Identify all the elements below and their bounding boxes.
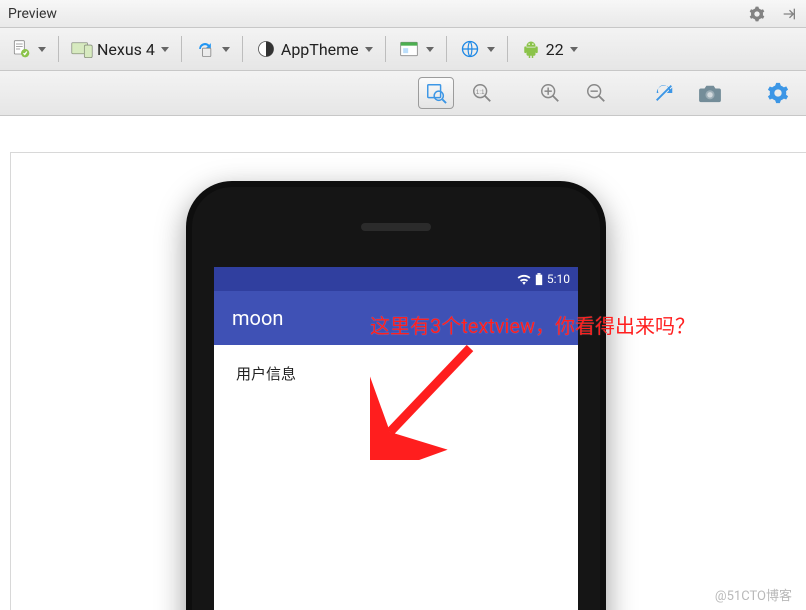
- chevron-down-icon: [161, 47, 169, 52]
- chevron-down-icon: [38, 47, 46, 52]
- chevron-down-icon: [426, 47, 434, 52]
- zoom-toolbar: 1:1: [0, 71, 806, 116]
- locale-dropdown[interactable]: [455, 36, 499, 62]
- theme-dropdown[interactable]: AppTheme: [251, 36, 377, 62]
- zoom-out-button[interactable]: [578, 77, 614, 109]
- preview-panel-header: Preview: [0, 0, 806, 28]
- theme-label: AppTheme: [281, 40, 359, 59]
- android-icon: [520, 38, 542, 60]
- api-level-dropdown[interactable]: 22: [516, 36, 582, 62]
- theme-icon: [255, 38, 277, 60]
- preview-panel-title: Preview: [8, 6, 740, 22]
- collapse-icon[interactable]: [780, 5, 798, 23]
- rotate-icon: [194, 38, 216, 60]
- wifi-icon: [517, 273, 531, 285]
- chevron-down-icon: [365, 47, 373, 52]
- zoom-actual-button[interactable]: 1:1: [464, 77, 500, 109]
- chevron-down-icon: [222, 47, 230, 52]
- screenshot-button[interactable]: [692, 77, 728, 109]
- chevron-down-icon: [570, 47, 578, 52]
- zoom-in-button[interactable]: [532, 77, 568, 109]
- watermark: @51CTO博客: [715, 585, 792, 604]
- refresh-button[interactable]: [646, 77, 682, 109]
- globe-icon: [459, 38, 481, 60]
- gear-icon[interactable]: [748, 5, 766, 23]
- annotation-arrow: [370, 340, 490, 460]
- device-dropdown[interactable]: Nexus 4: [67, 36, 173, 62]
- chevron-down-icon: [487, 47, 495, 52]
- app-title: moon: [232, 306, 283, 330]
- speaker-slot: [361, 223, 431, 231]
- status-time: 5:10: [547, 272, 570, 286]
- activity-dropdown[interactable]: [394, 36, 438, 62]
- api-label: 22: [546, 40, 564, 59]
- status-bar: 5:10: [214, 267, 578, 291]
- configuration-dropdown[interactable]: [6, 36, 50, 62]
- svg-text:1:1: 1:1: [476, 89, 485, 96]
- device-label: Nexus 4: [97, 40, 155, 59]
- layout-file-icon: [10, 38, 32, 60]
- zoom-fit-button[interactable]: [418, 77, 454, 109]
- battery-icon: [535, 273, 543, 286]
- layout-toolbar: Nexus 4 AppTheme 22: [0, 28, 806, 71]
- orientation-dropdown[interactable]: [190, 36, 234, 62]
- device-icon: [71, 38, 93, 60]
- annotation-text: 这里有3个textview，你看得出来吗？: [370, 310, 695, 339]
- activity-icon: [398, 38, 420, 60]
- settings-gear-button[interactable]: [760, 77, 796, 109]
